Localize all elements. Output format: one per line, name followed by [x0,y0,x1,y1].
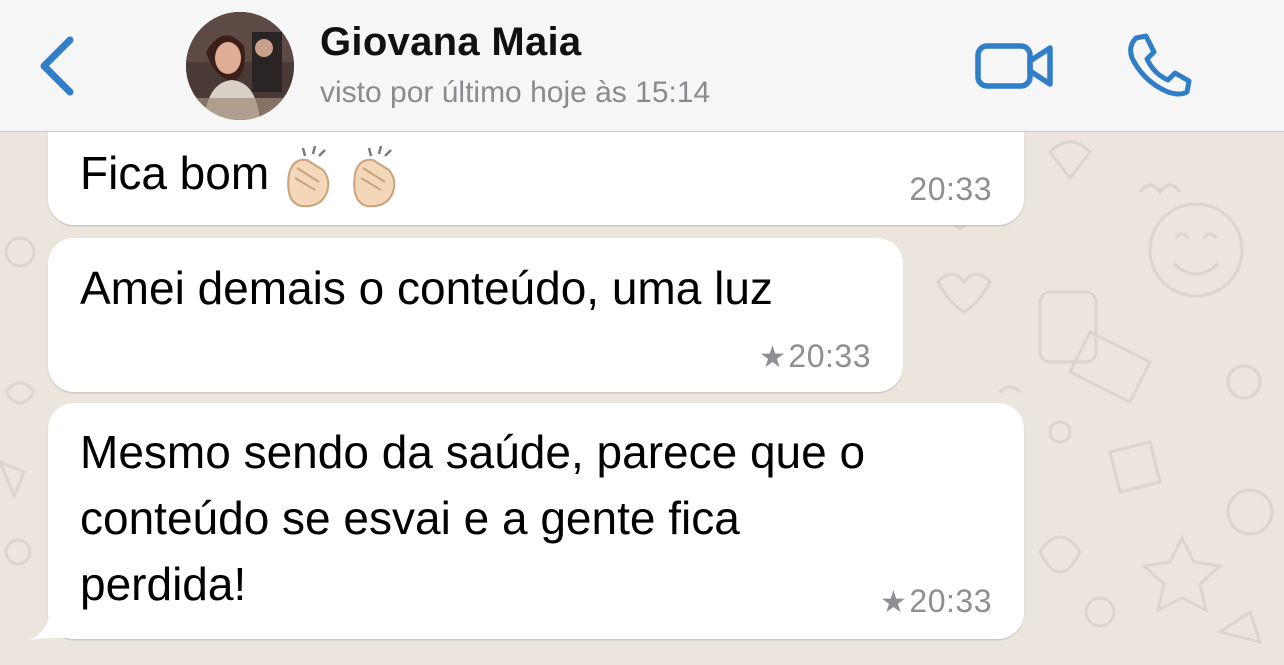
message-text-line: conteúdo se esvai e a gente fica [80,492,740,544]
phone-icon [1128,33,1192,97]
message-text: Amei demais o conteúdo, uma luz [80,262,773,314]
message-bubble[interactable]: Fica bom 20:33 [48,132,1024,225]
last-seen-status: visto por último hoje às 15:14 [320,76,711,109]
time-label: 20:33 [788,338,871,374]
video-camera-icon [975,43,1053,89]
clapping-hands-emoji [281,144,413,210]
voice-call-button[interactable] [1124,32,1192,98]
message-time: ★20:33 [880,583,992,620]
message-time: ★20:33 [759,338,871,375]
avatar-photo [186,12,294,120]
message-time: 20:33 [909,171,992,208]
chevron-left-icon [40,36,74,96]
back-button[interactable] [30,32,82,98]
chat-area[interactable]: Fica bom 20:33 Amei demais o conteúdo, u… [0,132,1284,665]
message-text-line: Mesmo sendo da saúde, parece que o [80,426,866,478]
contact-name[interactable]: Giovana Maia [320,20,581,65]
clapping-hands-icon [287,145,396,208]
message-text-line: perdida! [80,558,247,610]
avatar[interactable] [186,12,294,120]
message-bubble[interactable]: Amei demais o conteúdo, uma luz ★20:33 [48,238,903,392]
message-text-row: Fica bom [80,140,413,210]
message-text: Fica bom [80,147,270,199]
time-label: 20:33 [909,583,992,619]
message-bubble[interactable]: Mesmo sendo da saúde, parece que o conte… [48,403,1024,639]
star-icon: ★ [759,341,787,374]
bubble-tail [30,608,68,640]
chat-header: Giovana Maia visto por último hoje às 15… [0,0,1284,132]
time-label: 20:33 [909,171,992,207]
star-icon: ★ [880,586,908,619]
video-call-button[interactable] [972,34,1058,94]
